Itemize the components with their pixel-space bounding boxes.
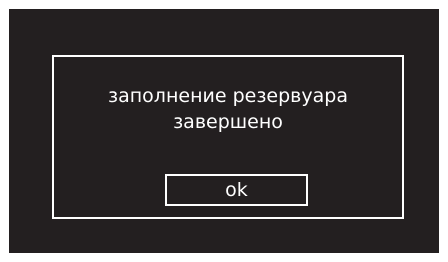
- dialog-message-line-2: завершено: [173, 111, 283, 133]
- completion-dialog: заполнение резервуара завершено ok: [52, 55, 404, 219]
- display-screen: заполнение резервуара завершено ok: [9, 9, 439, 253]
- dialog-message-line-1: заполнение резервуара: [108, 85, 348, 107]
- dialog-message: заполнение резервуара завершено: [54, 83, 402, 135]
- ok-button[interactable]: ok: [165, 174, 308, 206]
